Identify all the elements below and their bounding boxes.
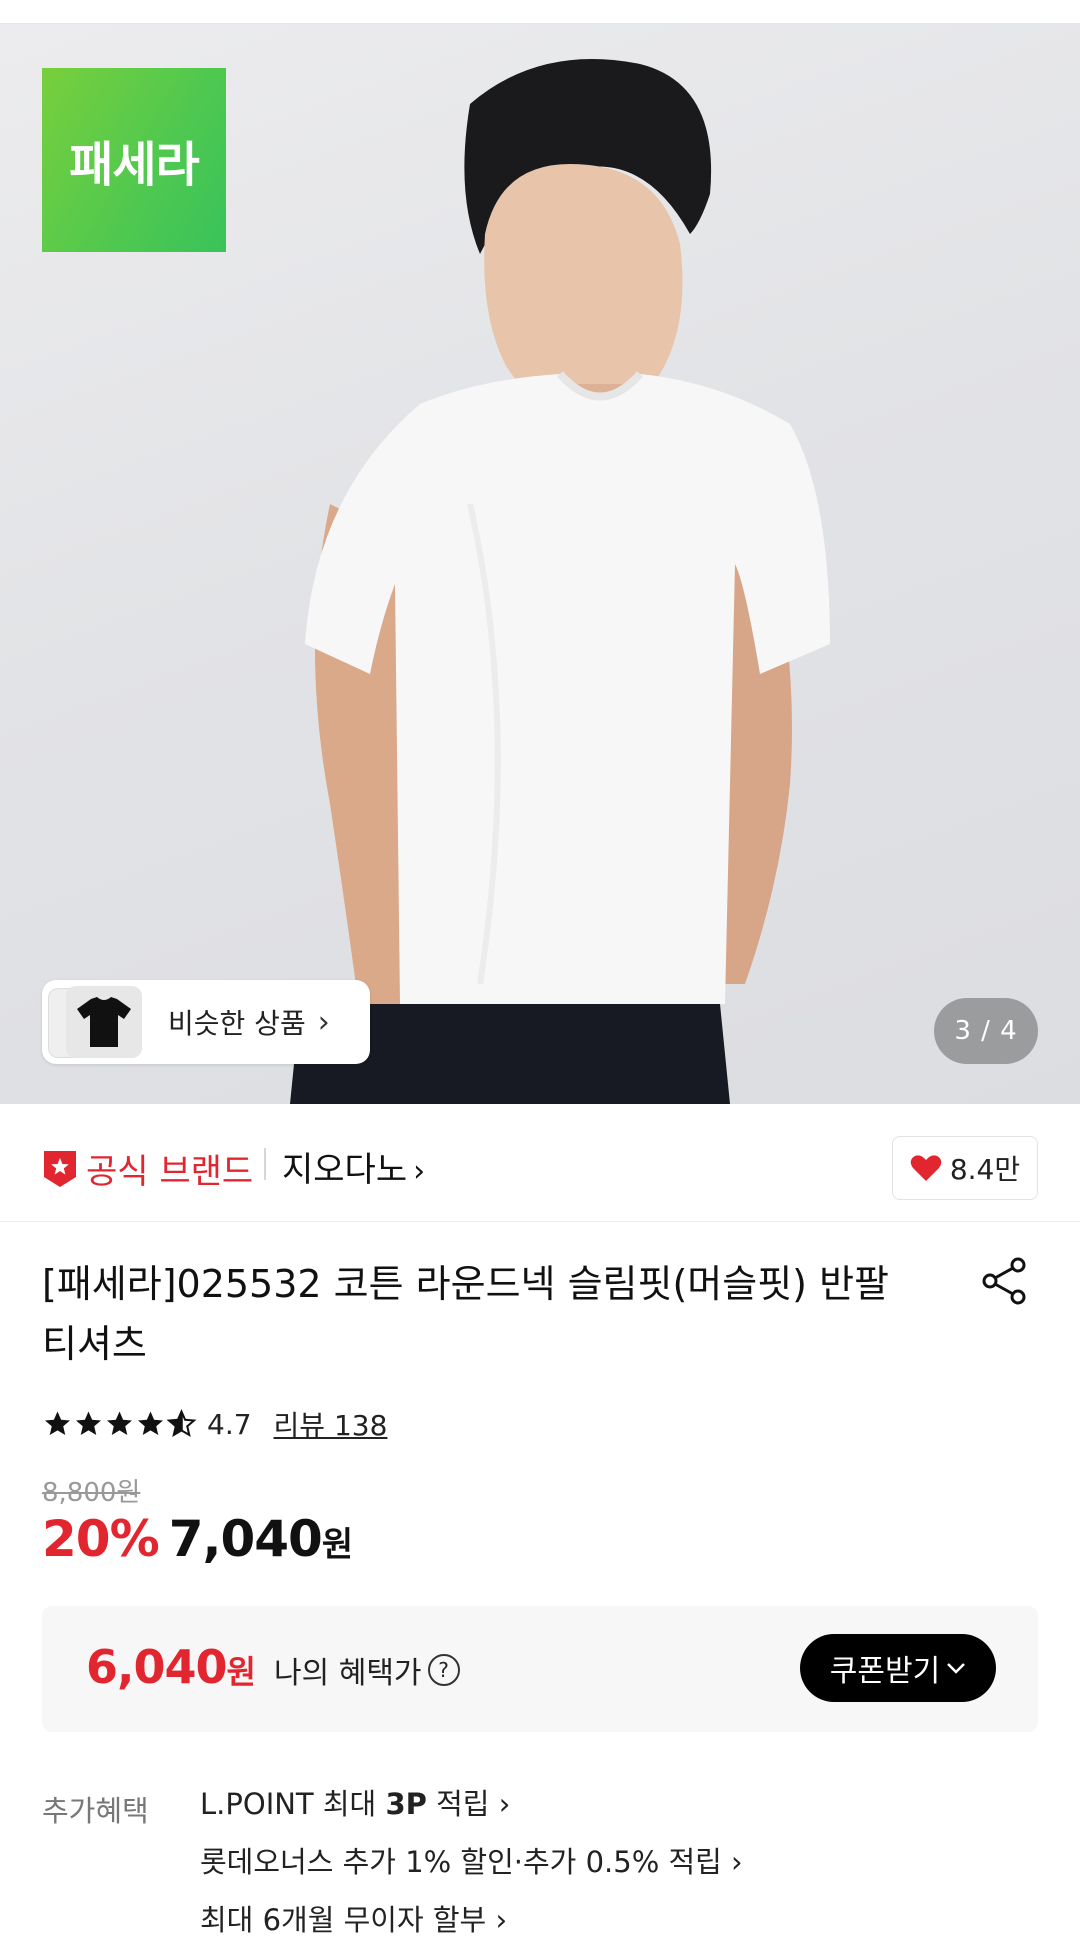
like-button[interactable]: 8.4만 bbox=[892, 1136, 1038, 1200]
similar-thumbnails bbox=[42, 980, 152, 1064]
chevron-right-icon: › bbox=[721, 1845, 743, 1879]
extra-benefit-bold: 3P bbox=[385, 1787, 427, 1821]
star-icon bbox=[107, 1411, 132, 1435]
coupon-button-label: 쿠폰받기 bbox=[829, 1654, 941, 1689]
rating-value: 4.7 bbox=[207, 1407, 252, 1441]
star-rating bbox=[42, 1409, 197, 1439]
benefit-label-row: 나의 혜택가 ? bbox=[274, 1648, 460, 1692]
help-icon[interactable]: ? bbox=[427, 1654, 460, 1686]
benefit-price: 6,040원 bbox=[86, 1640, 256, 1694]
chevron-right-icon: › bbox=[413, 1154, 426, 1189]
extra-benefit-text: 롯데오너스 추가 1% 할인·추가 0.5% 적립 bbox=[200, 1845, 722, 1879]
benefit-label: 나의 혜택가 bbox=[274, 1656, 422, 1691]
extra-benefits-label: 추가혜택 bbox=[42, 1794, 149, 1828]
original-price: 8,800원 bbox=[42, 1478, 141, 1508]
chevron-right-icon: › bbox=[486, 1903, 508, 1937]
official-brand-badge: 공식 브랜드 bbox=[42, 1144, 253, 1193]
brand-name: 지오다노 bbox=[282, 1150, 408, 1190]
divider bbox=[264, 1148, 266, 1180]
star-icon bbox=[76, 1411, 101, 1435]
official-badge-icon bbox=[44, 1150, 76, 1187]
benefit-currency: 원 bbox=[226, 1653, 256, 1691]
currency-unit: 원 bbox=[321, 1525, 354, 1565]
extra-benefit-lotte-owners[interactable]: 롯데오너스 추가 1% 할인·추가 0.5% 적립 › bbox=[200, 1844, 743, 1902]
extra-benefits-list: L.POINT 최대 3P 적립 › 롯데오너스 추가 1% 할인·추가 0.5… bbox=[200, 1786, 743, 1953]
similar-products-label: 비슷한 상품 bbox=[168, 1007, 306, 1040]
chevron-down-icon bbox=[947, 1663, 966, 1674]
heart-icon bbox=[910, 1155, 942, 1181]
benefit-price-box: 6,040원 나의 혜택가 ? 쿠폰받기 bbox=[42, 1606, 1038, 1732]
star-icon bbox=[138, 1411, 163, 1435]
status-bar-area bbox=[0, 0, 1080, 24]
rating-row: 4.7 리뷰 138 bbox=[42, 1404, 387, 1444]
share-icon[interactable] bbox=[978, 1254, 1032, 1308]
review-count-link[interactable]: 리뷰 138 bbox=[274, 1404, 388, 1444]
product-image-carousel[interactable]: 패세라 비슷한 상품 › 3 / 4 bbox=[0, 24, 1080, 1104]
sale-price: 7,040 bbox=[168, 1510, 323, 1568]
extra-benefit-suffix: 적립 bbox=[426, 1787, 490, 1821]
extra-benefit-installment[interactable]: 최대 6개월 무이자 할부 › bbox=[200, 1902, 743, 1953]
extra-benefit-text: 최대 6개월 무이자 할부 bbox=[200, 1903, 487, 1937]
similar-products-button[interactable]: 비슷한 상품 › bbox=[42, 980, 370, 1064]
brand-logo-text: 패세라 bbox=[69, 137, 199, 193]
brand-logo: 패세라 bbox=[42, 68, 226, 252]
similar-thumbnail-front bbox=[66, 986, 142, 1058]
benefit-price-value: 6,040 bbox=[86, 1640, 228, 1694]
coupon-button[interactable]: 쿠폰받기 bbox=[800, 1634, 996, 1702]
product-title: [패세라]025532 코튼 라운드넥 슬림핏(머슬핏) 반팔 티셔츠 bbox=[42, 1262, 889, 1366]
image-page-counter: 3 / 4 bbox=[934, 998, 1038, 1064]
like-count: 8.4만 bbox=[949, 1153, 1021, 1186]
extra-benefit-text: L.POINT 최대 bbox=[200, 1787, 386, 1821]
official-brand-label: 공식 브랜드 bbox=[86, 1152, 254, 1192]
chevron-right-icon: › bbox=[317, 1004, 330, 1040]
brand-row: 공식 브랜드 지오다노 › 8.4만 bbox=[0, 1104, 1080, 1222]
star-icon bbox=[45, 1411, 70, 1435]
brand-name-link[interactable]: 지오다노 › bbox=[282, 1142, 425, 1191]
price-row: 20% 7,040 원 bbox=[42, 1510, 353, 1568]
tshirt-icon bbox=[77, 997, 131, 1047]
extra-benefit-lpoint[interactable]: L.POINT 최대 3P 적립 › bbox=[200, 1786, 743, 1844]
discount-rate: 20% bbox=[42, 1510, 160, 1568]
chevron-right-icon: › bbox=[489, 1787, 511, 1821]
half-star-icon bbox=[166, 1409, 197, 1438]
